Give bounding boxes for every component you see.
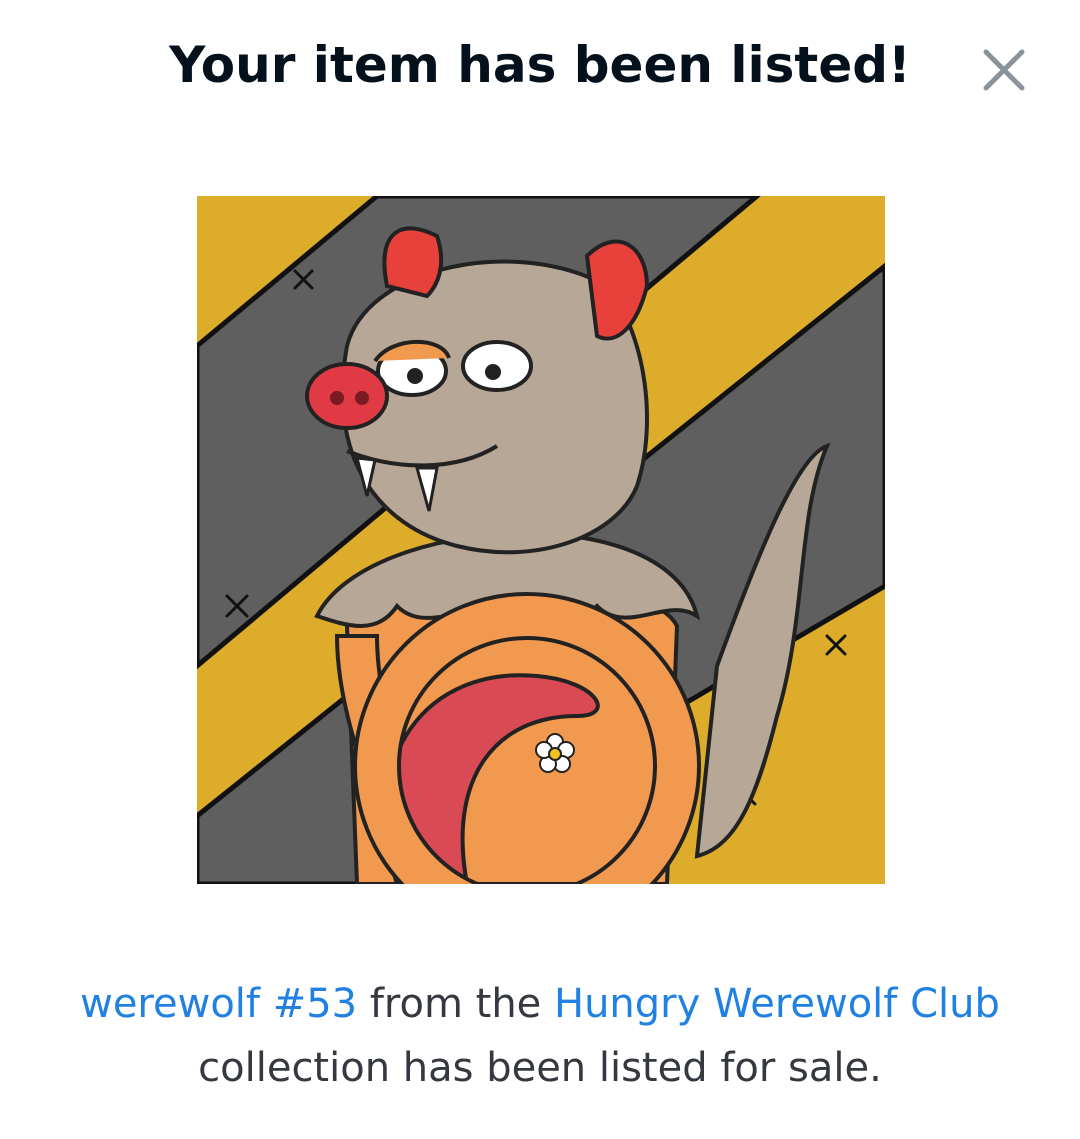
werewolf-nft-artwork <box>197 196 885 884</box>
listing-success-dialog: Your item has been listed! werewolf #53 … <box>0 0 1080 1139</box>
listing-message: werewolf #53 from the Hungry Werewolf Cl… <box>60 972 1020 1100</box>
message-from-text: from the <box>357 981 554 1027</box>
collection-link[interactable]: Hungry Werewolf Club <box>554 981 1000 1027</box>
nft-image <box>197 196 885 884</box>
close-button[interactable] <box>978 44 1030 96</box>
close-icon <box>983 49 1025 91</box>
message-suffix-text: collection has been listed for sale. <box>198 1045 882 1091</box>
dialog-title: Your item has been listed! <box>169 36 911 94</box>
item-name-link[interactable]: werewolf #53 <box>80 981 357 1027</box>
